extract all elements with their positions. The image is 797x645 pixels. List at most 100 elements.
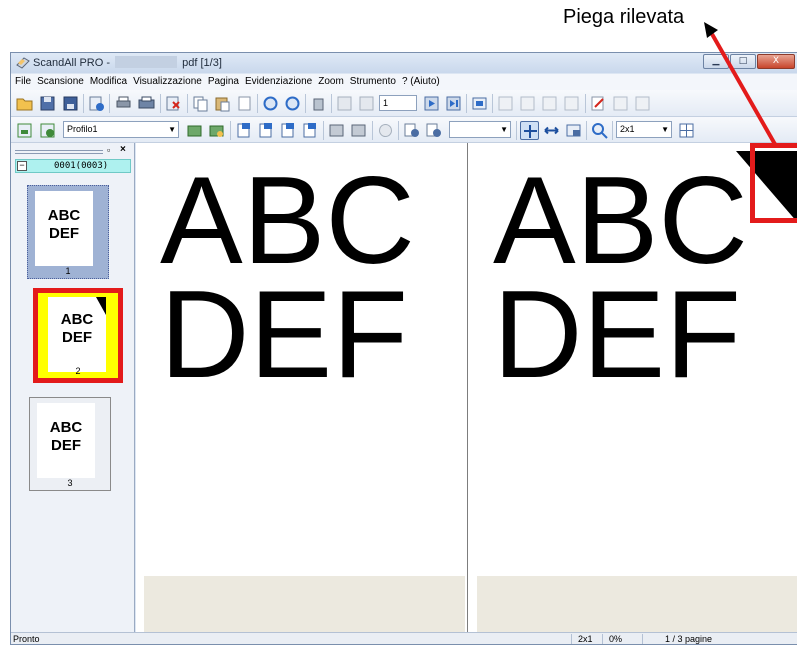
page-number-input[interactable]: 1 [379,95,417,111]
fit-width-icon[interactable] [542,121,561,140]
insert-page-icon[interactable] [562,94,581,113]
move-page-icon[interactable] [540,94,559,113]
panel-header: ▫ × [13,144,131,157]
rotate-left-icon[interactable] [261,94,280,113]
thumbnail-line1: ABC [47,207,81,224]
menu-file[interactable]: File [13,74,35,90]
open-folder-icon[interactable] [15,94,34,113]
batch-process-icon[interactable] [327,121,346,140]
batch-row[interactable]: − 0001(0003) [15,159,131,173]
window-title: ScandAll PRO - pdf [1/3] [33,56,222,69]
main-toolbar: 1 [11,90,797,117]
status-bar: Pronto 2x1 0% 1 / 3 pagine [11,632,797,644]
actual-size-icon[interactable] [564,121,583,140]
blank-page-icon[interactable] [235,94,254,113]
menu-page[interactable]: Pagina [206,74,243,90]
page-view-left[interactable]: ABC DEF [144,151,465,632]
panel-grip[interactable] [15,150,103,154]
page-view-right[interactable]: ABC DEF [477,151,797,632]
page-mark-3-icon[interactable] [278,121,297,140]
maximize-button[interactable]: □ [730,54,756,69]
page-divider [467,143,468,632]
highlight-icon[interactable] [589,94,608,113]
thumbnail-line2: DEF [62,329,92,346]
color-adjust-icon[interactable] [376,121,395,140]
menu-highlight[interactable]: Evidenziazione [243,74,316,90]
app-window: ScandAll PRO - pdf [1/3] ▁ □ X File Scan… [10,52,797,645]
save-as-icon[interactable] [61,94,80,113]
menu-bar: File Scansione Modifica Visualizzazione … [11,74,797,90]
chevron-down-icon: ▼ [661,125,669,134]
scan-batch-icon[interactable] [207,121,226,140]
magnifier-icon[interactable] [590,121,609,140]
panel-close-icon[interactable]: × [120,144,126,155]
save-icon[interactable] [38,94,57,113]
page-mark-4-icon[interactable] [300,121,319,140]
status-percent: 0% [609,634,623,644]
page-list-icon[interactable] [470,94,489,113]
merge-page-icon[interactable] [518,94,537,113]
next-page-icon[interactable] [422,94,441,113]
previous-page-icon[interactable] [357,94,376,113]
thumbnail-line2: DEF [51,437,81,454]
thumbnail-number: 3 [67,478,73,488]
batch-export-icon[interactable] [349,121,368,140]
layout-select[interactable]: 2x1 ▼ [616,121,672,138]
page-thumbnail-3[interactable]: ABC DEF 3 [29,397,111,491]
page-text-line1: ABC [493,152,748,290]
page-mark-2-icon[interactable] [256,121,275,140]
zoom-in-page-icon[interactable] [402,121,421,140]
minimize-button[interactable]: ▁ [703,54,729,69]
zoom-out-page-icon[interactable] [424,121,443,140]
stamp-icon[interactable] [633,94,652,113]
collapse-icon[interactable]: − [17,161,27,171]
menu-tools[interactable]: Strumento [348,74,400,90]
print-icon[interactable] [114,94,133,113]
thumbnail-number: 1 [65,266,71,276]
paste-icon[interactable] [213,94,232,113]
scan-icon[interactable] [137,94,156,113]
title-prefix: ScandAll PRO - [33,57,111,69]
thumbnail-page: ABC DEF [37,403,95,478]
redacted-filename [115,56,178,68]
scan-settings-icon[interactable] [38,121,57,140]
page-thumbnail-1[interactable]: ABC DEF 1 [27,185,109,279]
menu-view[interactable]: Visualizzazione [131,74,206,90]
page-viewer[interactable]: ABC DEF ABC DEF [136,143,797,632]
grid-view-icon[interactable] [677,121,696,140]
scan-single-icon[interactable] [185,121,204,140]
scan-to-file-icon[interactable] [15,121,34,140]
menu-edit[interactable]: Modifica [88,74,131,90]
menu-zoom[interactable]: Zoom [316,74,348,90]
thumbnail-line2: DEF [49,225,79,242]
delete-page-icon[interactable] [164,94,183,113]
zoom-select[interactable]: ▼ [449,121,511,138]
close-button[interactable]: X [757,54,795,69]
profile-select[interactable]: Profilo1 ▼ [63,121,179,138]
split-page-icon[interactable] [496,94,515,113]
fit-page-icon[interactable] [520,121,539,140]
last-page-icon[interactable] [444,94,463,113]
first-page-icon[interactable] [335,94,354,113]
page-text-line2: DEF [493,266,741,404]
crease-highlight-box [750,143,797,223]
document-info-icon[interactable] [87,94,106,113]
rotate-right-icon[interactable] [283,94,302,113]
window-controls: ▁ □ X [703,54,795,69]
title-suffix: pdf [1/3] [182,57,222,69]
trash-icon[interactable] [309,94,328,113]
status-layout: 2x1 [578,634,593,644]
panel-restore-icon[interactable]: ▫ [107,145,110,155]
copy-icon[interactable] [191,94,210,113]
page-mark-1-icon[interactable] [234,121,253,140]
annotation-icon[interactable] [611,94,630,113]
profile-value: Profilo1 [67,124,98,134]
thumbnail-panel: ▫ × − 0001(0003) ABC DEF 1 ABC DEF 2 ABC [11,143,135,632]
title-bar[interactable]: ScandAll PRO - pdf [1/3] ▁ □ X [11,53,797,73]
menu-help[interactable]: ? (Aiuto) [400,74,444,90]
page-text-line2: DEF [160,266,408,404]
page-bottom-margin [144,576,465,632]
page-thumbnail-2[interactable]: ABC DEF 2 [33,288,123,383]
thumbnail-number: 2 [75,366,81,376]
menu-scan[interactable]: Scansione [35,74,88,90]
